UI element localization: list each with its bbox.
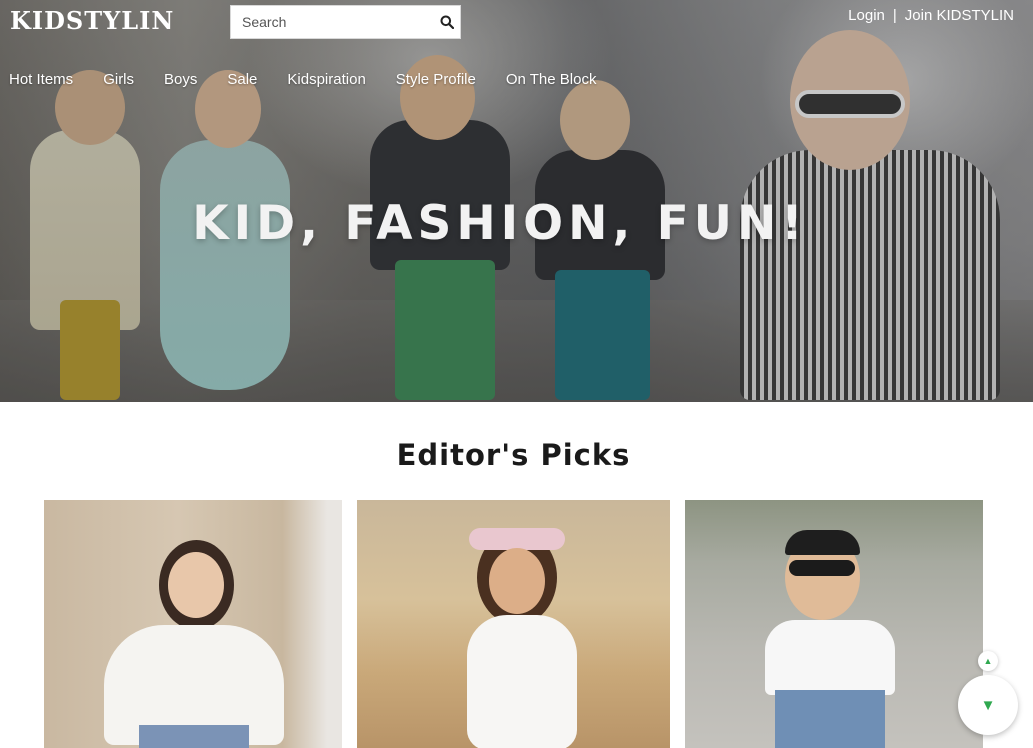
scroll-up-button[interactable]: ▲ bbox=[978, 651, 998, 671]
auth-separator: | bbox=[892, 7, 897, 24]
nav-item-sale[interactable]: Sale bbox=[227, 71, 257, 88]
girl-flower-crown-photo bbox=[357, 500, 670, 748]
editors-picks-title: Editor's Picks bbox=[396, 438, 631, 472]
pick-card-3[interactable] bbox=[685, 500, 983, 748]
join-link[interactable]: Join KIDSTYLIN bbox=[905, 7, 1014, 24]
logo[interactable]: KIDSTYLIN bbox=[10, 6, 174, 35]
nav-item-hot-items[interactable]: Hot Items bbox=[9, 71, 73, 88]
search-box bbox=[230, 5, 461, 39]
search-button[interactable] bbox=[434, 6, 460, 38]
nav-item-kidspiration[interactable]: Kidspiration bbox=[287, 71, 365, 88]
triangle-up-icon: ▲ bbox=[983, 656, 993, 666]
girl-white-blouse-photo bbox=[44, 500, 342, 748]
nav-item-boys[interactable]: Boys bbox=[164, 71, 197, 88]
boy-sunglasses-photo bbox=[685, 500, 983, 748]
login-link[interactable]: Login bbox=[848, 7, 885, 24]
nav-item-girls[interactable]: Girls bbox=[103, 71, 134, 88]
search-input[interactable] bbox=[231, 6, 434, 38]
hero-tagline: KID, FASHION, FUN! bbox=[192, 196, 808, 251]
nav-item-style-profile[interactable]: Style Profile bbox=[396, 71, 476, 88]
hero-banner: KIDSTYLIN Login | Join KIDSTYLIN Hot Ite… bbox=[0, 0, 1033, 402]
pick-card-2[interactable] bbox=[357, 500, 670, 748]
nav-item-on-the-block[interactable]: On The Block bbox=[506, 71, 597, 88]
search-icon bbox=[440, 15, 454, 29]
pick-card-1[interactable] bbox=[44, 500, 342, 748]
triangle-down-icon: ▼ bbox=[980, 696, 996, 714]
main-nav: Hot Items Girls Boys Sale Kidspiration S… bbox=[9, 71, 626, 88]
auth-links: Login | Join KIDSTYLIN bbox=[848, 7, 1014, 24]
scroll-down-button[interactable]: ▼ bbox=[958, 675, 1018, 735]
